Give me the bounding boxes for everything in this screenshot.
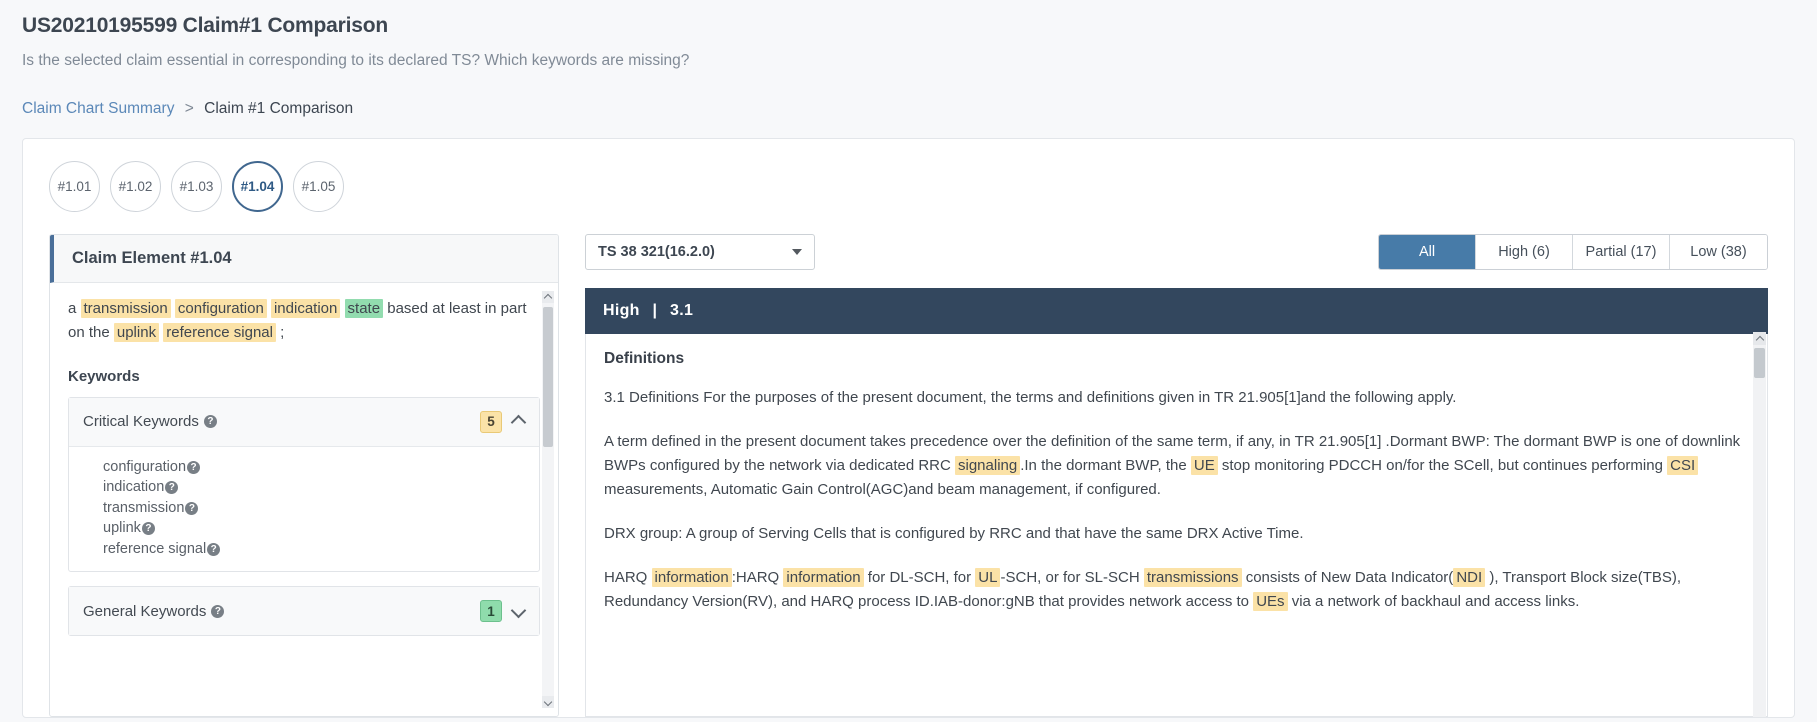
claim-panel-scrollbar[interactable] <box>542 291 554 708</box>
highlighted-keyword: transmissions <box>1143 568 1242 587</box>
comparison-columns: Claim Element #1.04 a transmission confi… <box>49 234 1768 717</box>
highlighted-keyword: UL <box>975 568 1001 587</box>
document-paragraph: DRX group: A group of Serving Cells that… <box>604 525 1304 542</box>
highlighted-keyword: CSI <box>1667 456 1699 475</box>
claim-element-heading: Claim Element #1.04 <box>50 235 558 283</box>
document-relevance-level: High <box>603 302 640 319</box>
document-paragraph: HARQ information:HARQ information for DL… <box>604 568 1682 611</box>
claim-element-tab-104[interactable]: #1.04 <box>232 161 283 212</box>
document-section-header: High | 3.1 <box>585 288 1768 334</box>
page-title: US20210195599 Claim#1 Comparison <box>22 14 388 37</box>
keyword-label: reference signal <box>103 540 207 557</box>
keyword-label: indication <box>103 479 165 496</box>
page-header: US20210195599 Claim#1 Comparison Is the … <box>0 0 1817 118</box>
document-heading: Definitions <box>604 350 685 367</box>
claim-element-body: a transmission configuration indication … <box>50 283 558 716</box>
breadcrumb-separator: > <box>184 100 194 117</box>
keyword-accordion-label: General Keywords <box>83 602 207 620</box>
help-icon[interactable]: ? <box>185 501 199 515</box>
keyword-list-item: transmission? <box>103 498 539 519</box>
document-scrollbar-thumb[interactable] <box>1754 348 1765 378</box>
document-paragraph-list: 3.1 Definitions For the purposes of the … <box>604 386 1741 614</box>
highlighted-keyword: reference signal <box>163 323 276 343</box>
document-body: Definitions 3.1 Definitions For the purp… <box>585 334 1768 717</box>
filter-tab-low[interactable]: Low (38) <box>1670 235 1767 269</box>
scroll-up-arrow-icon[interactable] <box>542 291 554 303</box>
keyword-accordion-header[interactable]: General Keywords? 1 <box>69 587 539 636</box>
keyword-count-badge: 5 <box>480 410 502 433</box>
keyword-list-item: reference signal? <box>103 539 539 560</box>
filter-tab-all[interactable]: All <box>1379 235 1476 269</box>
claim-element-tab-105[interactable]: #1.05 <box>293 161 344 212</box>
highlighted-keyword: transmission <box>80 299 171 318</box>
highlighted-keyword: configuration <box>174 299 267 318</box>
keyword-label: transmission <box>103 499 185 516</box>
document-scroll-up-arrow-icon[interactable] <box>1753 332 1766 345</box>
highlighted-keyword: UE <box>1190 456 1218 475</box>
keyword-list: configuration? indication? transmission? up… <box>69 447 539 572</box>
help-icon[interactable]: ? <box>165 481 179 495</box>
help-icon[interactable]: ? <box>207 542 221 556</box>
claim-element-tab-101[interactable]: #1.01 <box>49 161 100 212</box>
comparison-card: #1.01 #1.02 #1.03 #1.04 #1.05 Claim Element … <box>22 138 1795 718</box>
help-icon[interactable]: ? <box>211 604 225 618</box>
document-section-number: 3.1 <box>670 302 694 319</box>
document-column: TS 38 321(16.2.0) All High (6) Partial (17… <box>585 234 1768 717</box>
chevron-down-icon[interactable] <box>512 605 525 618</box>
keyword-list-item: uplink? <box>103 518 539 539</box>
highlighted-keyword: NDI <box>1453 568 1486 587</box>
keyword-label: configuration <box>103 458 187 475</box>
claim-element-tab-list: #1.01 #1.02 #1.03 #1.04 #1.05 <box>49 161 1768 212</box>
highlighted-keyword: signaling <box>955 456 1021 475</box>
breadcrumb-link-claim-chart-summary[interactable]: Claim Chart Summary <box>22 100 174 117</box>
breadcrumb: Claim Chart Summary > Claim #1 Compariso… <box>22 100 1795 118</box>
filter-tab-high[interactable]: High (6) <box>1476 235 1573 269</box>
highlighted-keyword: UEs <box>1253 592 1288 611</box>
highlighted-keyword: indication <box>270 299 341 318</box>
chevron-up-icon[interactable] <box>512 415 525 428</box>
highlighted-keyword: uplink <box>113 323 160 343</box>
filter-tab-partial[interactable]: Partial (17) <box>1573 235 1670 269</box>
claim-element-tab-102[interactable]: #1.02 <box>110 161 161 212</box>
ts-select-value: TS 38 321(16.2.0) <box>598 244 715 260</box>
claim-element-text: a transmission configuration indication … <box>68 299 527 343</box>
chevron-down-icon <box>792 249 802 255</box>
page-subtitle: Is the selected claim essential in corre… <box>22 52 690 69</box>
document-toolbar: TS 38 321(16.2.0) All High (6) Partial (17… <box>585 234 1768 270</box>
keyword-accordion-header[interactable]: Critical Keywords? 5 <box>69 397 539 447</box>
document-scrollbar[interactable] <box>1753 332 1766 717</box>
help-icon[interactable]: ? <box>203 415 217 429</box>
keyword-accordion: Critical Keywords? 5 configuration? indicat… <box>68 396 540 573</box>
keyword-list-item: indication? <box>103 477 539 498</box>
document-paragraph: 3.1 Definitions For the purposes of the … <box>604 389 1457 406</box>
document-panel: High | 3.1 Definitions 3.1 Definitions F… <box>585 288 1768 717</box>
keyword-label: uplink <box>103 520 141 537</box>
keyword-accordion: General Keywords? 1 <box>68 586 540 637</box>
keyword-count-badge: 1 <box>480 600 502 623</box>
scroll-down-arrow-icon[interactable] <box>542 696 554 708</box>
claim-element-panel: Claim Element #1.04 a transmission confi… <box>49 234 559 717</box>
keywords-heading: Keywords <box>68 367 140 385</box>
highlighted-keyword: information <box>783 568 864 587</box>
claim-column: Claim Element #1.04 a transmission confi… <box>49 234 559 717</box>
keyword-accordion-list: Critical Keywords? 5 configuration? indicat… <box>68 396 540 637</box>
keyword-accordion-label: Critical Keywords <box>83 413 199 431</box>
highlighted-keyword: state <box>344 299 384 318</box>
ts-select[interactable]: TS 38 321(16.2.0) <box>585 234 815 270</box>
help-icon[interactable]: ? <box>141 522 155 536</box>
claim-element-tab-103[interactable]: #1.03 <box>171 161 222 212</box>
highlighted-keyword: information <box>651 568 732 587</box>
document-paragraph: A term defined in the present document t… <box>604 433 1741 498</box>
keyword-list-item: configuration? <box>103 457 539 478</box>
breadcrumb-current: Claim #1 Comparison <box>204 100 354 117</box>
help-icon[interactable]: ? <box>187 460 201 474</box>
document-header-separator: | <box>652 302 658 319</box>
scrollbar-thumb[interactable] <box>543 307 553 447</box>
relevance-filter-group: All High (6) Partial (17) Low (38) <box>1378 234 1768 270</box>
